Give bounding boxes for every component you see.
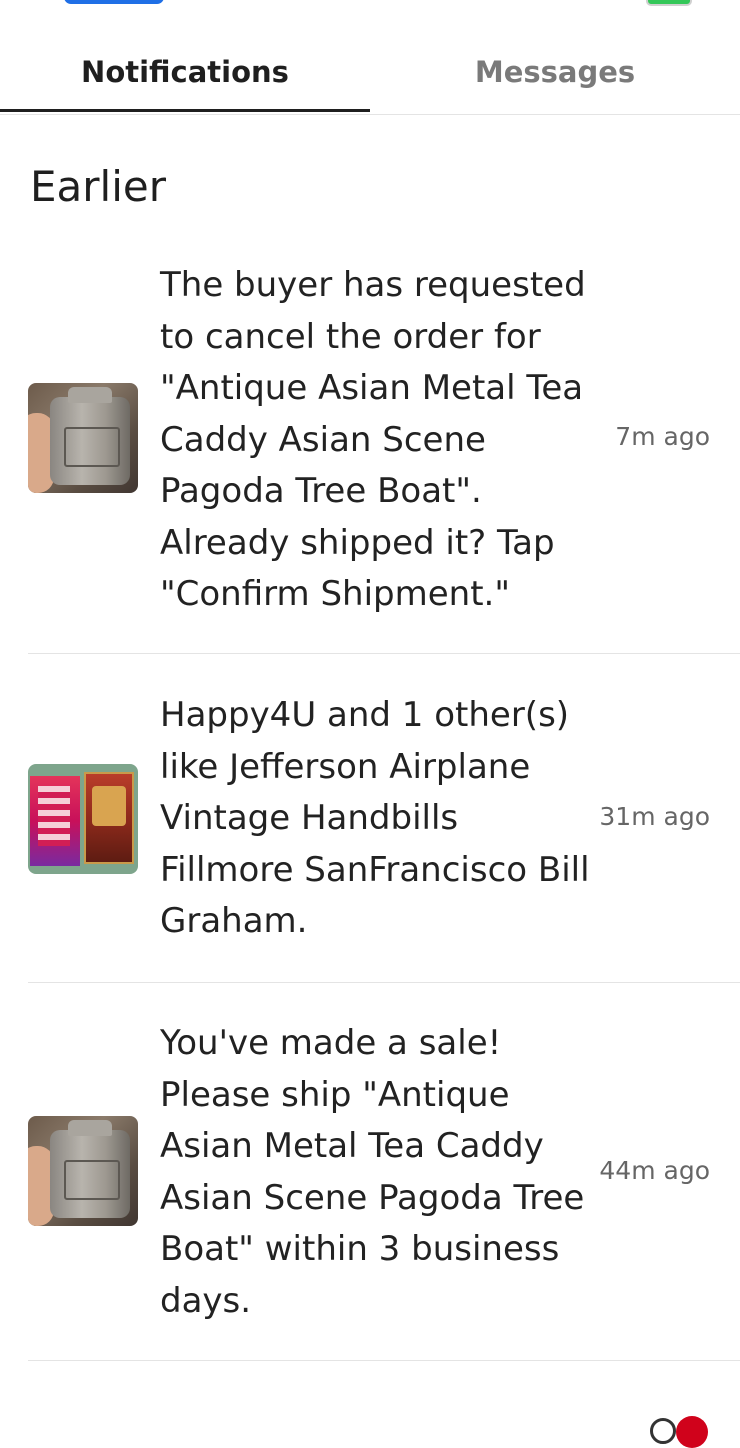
tab-bar: Notifications Messages	[0, 30, 740, 115]
tab-messages-label: Messages	[474, 55, 636, 89]
notification-item[interactable]: Happy4U and 1 other(s) like Jefferson Ai…	[0, 654, 740, 982]
notification-timestamp: 31m ago	[599, 802, 710, 831]
tab-notifications-label: Notifications	[81, 55, 289, 89]
notification-message: Happy4U and 1 other(s) like Jefferson Ai…	[160, 695, 590, 941]
handbills-thumbnail	[28, 764, 138, 874]
notification-timestamp: 7m ago	[615, 422, 710, 451]
notification-badge	[676, 1416, 708, 1448]
tab-notifications[interactable]: Notifications	[0, 30, 370, 114]
battery-icon	[646, 0, 692, 6]
status-bar-time-pill	[64, 0, 164, 4]
notification-item[interactable]: You've made a sale! Please ship "Antique…	[0, 983, 740, 1360]
divider	[28, 1360, 740, 1361]
section-heading-earlier: Earlier	[30, 162, 166, 211]
tab-messages[interactable]: Messages	[370, 30, 740, 114]
tea-caddy-thumbnail	[28, 383, 138, 493]
notification-timestamp: 44m ago	[599, 1156, 710, 1185]
notification-message: You've made a sale! Please ship "Antique…	[160, 1023, 585, 1321]
message-icon[interactable]	[650, 1418, 676, 1444]
notification-item[interactable]: The buyer has requested to cancel the or…	[0, 250, 740, 653]
tea-caddy-thumbnail	[28, 1116, 138, 1226]
notification-message: The buyer has requested to cancel the or…	[160, 265, 586, 614]
active-tab-indicator	[0, 109, 370, 112]
